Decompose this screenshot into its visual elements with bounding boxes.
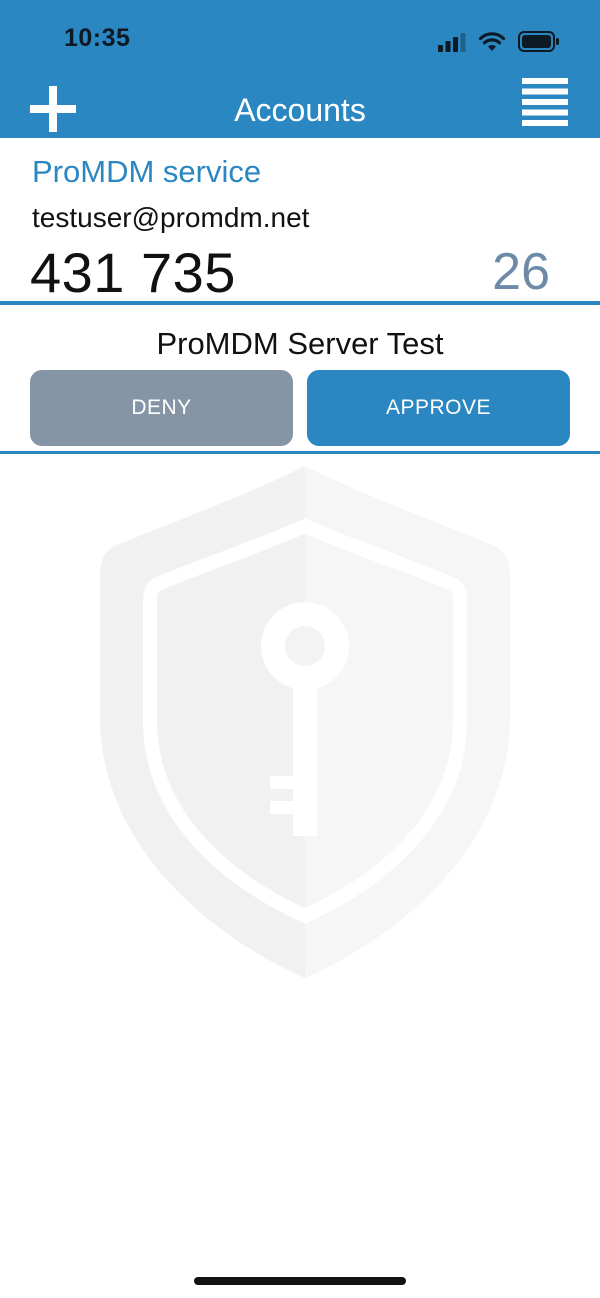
- divider: [0, 301, 600, 305]
- wifi-icon: [478, 32, 506, 51]
- auth-request-title: ProMDM Server Test: [156, 326, 444, 361]
- signal-icon: [438, 33, 466, 52]
- menu-button[interactable]: [522, 78, 568, 126]
- hamburger-icon: [522, 78, 568, 126]
- home-indicator[interactable]: [194, 1277, 406, 1285]
- status-icons: [438, 28, 560, 52]
- account-username: testuser@promdm.net: [32, 202, 310, 233]
- status-time: 10:35: [64, 24, 131, 52]
- deny-button[interactable]: DENY: [30, 370, 293, 446]
- account-item[interactable]: ProMDM service testuser@promdm.net 431 7…: [0, 138, 600, 304]
- navigation-bar: 10:35 Accounts: [0, 0, 600, 138]
- page-title: Accounts: [234, 92, 366, 128]
- divider: [0, 451, 600, 454]
- otp-code: 431 735: [30, 241, 236, 304]
- approve-button[interactable]: APPROVE: [307, 370, 570, 446]
- shield-key-icon: [100, 466, 510, 978]
- battery-icon: [518, 31, 559, 52]
- otp-countdown: 26: [492, 243, 550, 301]
- account-service-name: ProMDM service: [32, 154, 262, 189]
